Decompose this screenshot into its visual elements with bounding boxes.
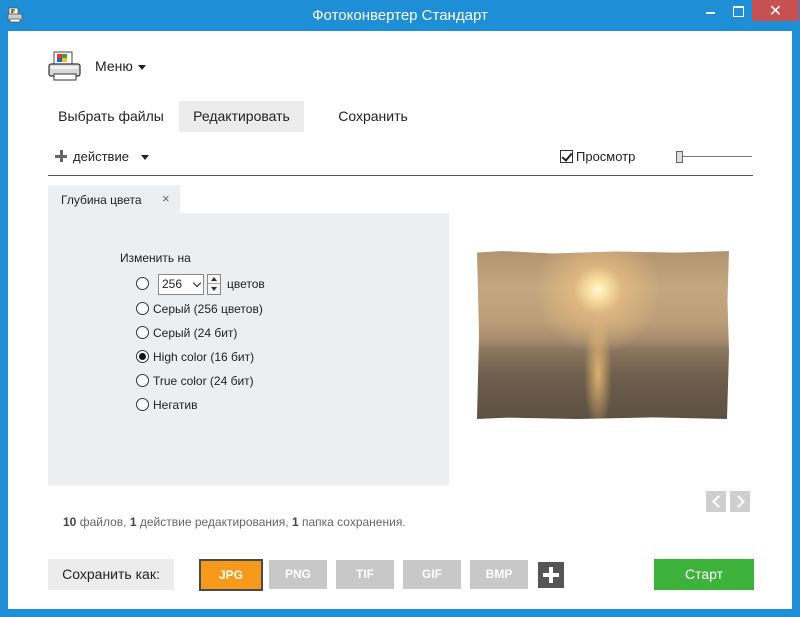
add-format-button[interactable] bbox=[538, 562, 564, 588]
close-icon: ✕ bbox=[768, 3, 783, 20]
title-bar: Фотоконвертер Стандарт ✕ bbox=[0, 0, 800, 31]
add-action-label: действие bbox=[73, 149, 129, 164]
option-label: Серый (256 цветов) bbox=[153, 302, 263, 316]
color-count-value: 256 bbox=[162, 277, 183, 291]
format-png-button[interactable]: PNG bbox=[269, 560, 327, 589]
radio-color-count[interactable] bbox=[136, 276, 153, 292]
spin-up-icon[interactable] bbox=[208, 275, 220, 284]
option-label: Негатив bbox=[153, 398, 198, 412]
color-depth-tab[interactable]: Глубина цвета × bbox=[48, 185, 180, 213]
folders-label: папка сохранения. bbox=[301, 515, 406, 529]
radio-icon[interactable] bbox=[136, 277, 149, 290]
tab-select-files[interactable]: Выбрать файлы bbox=[48, 101, 174, 132]
chevron-left-icon[interactable] bbox=[706, 491, 726, 512]
radio-gray-256[interactable]: Серый (256 цветов) bbox=[136, 301, 263, 317]
minimize-icon[interactable] bbox=[697, 0, 724, 21]
radio-icon[interactable] bbox=[136, 326, 149, 339]
color-depth-tab-label: Глубина цвета bbox=[61, 193, 142, 207]
status-summary: 10 файлов, 1 действие редактирования, 1 … bbox=[63, 515, 406, 529]
color-count-suffix: цветов bbox=[227, 277, 265, 291]
preview-image bbox=[477, 251, 729, 419]
printer-logo-icon bbox=[48, 51, 81, 81]
radio-icon[interactable] bbox=[136, 398, 149, 411]
files-label: файлов, bbox=[79, 515, 127, 529]
zoom-slider[interactable] bbox=[676, 150, 752, 164]
slider-handle[interactable] bbox=[676, 151, 683, 163]
spin-down-icon[interactable] bbox=[208, 285, 220, 294]
format-bmp-button[interactable]: BMP bbox=[470, 560, 528, 589]
radio-high-color-16bit[interactable]: High color (16 бит) bbox=[136, 349, 254, 365]
tab-edit[interactable]: Редактировать bbox=[179, 101, 304, 132]
radio-selected-icon[interactable] bbox=[136, 350, 149, 363]
main-window: Меню Выбрать файлы Редактировать Сохрани… bbox=[8, 31, 792, 609]
slider-track bbox=[678, 156, 752, 157]
tab-save[interactable]: Сохранить bbox=[323, 101, 423, 132]
checkbox-checked-icon[interactable] bbox=[560, 150, 573, 163]
format-tif-button[interactable]: TIF bbox=[336, 560, 394, 589]
color-count-select[interactable]: 256 bbox=[158, 274, 204, 295]
option-label: True color (24 бит) bbox=[153, 374, 254, 388]
chevron-down-icon bbox=[140, 155, 149, 161]
close-button[interactable]: ✕ bbox=[752, 0, 799, 21]
preview-label: Просмотр bbox=[576, 149, 636, 164]
radio-gray-24bit[interactable]: Серый (24 бит) bbox=[136, 325, 237, 341]
format-gif-button[interactable]: GIF bbox=[403, 560, 461, 589]
actions-count: 1 bbox=[129, 515, 137, 529]
option-label: Серый (24 бит) bbox=[153, 326, 238, 340]
chevron-right-icon[interactable] bbox=[730, 491, 750, 512]
chevron-down-icon bbox=[137, 64, 146, 70]
start-button[interactable]: Старт bbox=[654, 559, 754, 590]
add-action-button[interactable]: действие bbox=[55, 149, 149, 164]
preview-checkbox[interactable]: Просмотр bbox=[560, 149, 635, 164]
color-count-spinner[interactable] bbox=[207, 274, 221, 295]
toolbar-divider bbox=[48, 175, 753, 176]
radio-icon[interactable] bbox=[136, 374, 149, 387]
option-label: High color (16 бит) bbox=[153, 350, 255, 364]
files-count: 10 bbox=[63, 515, 77, 529]
window-title: Фотоконвертер Стандарт bbox=[312, 7, 488, 24]
save-as-label: Сохранить как: bbox=[48, 559, 174, 590]
menu-label: Меню bbox=[95, 58, 133, 74]
actions-label: действие редактирования, bbox=[139, 515, 289, 529]
folders-count: 1 bbox=[291, 515, 299, 529]
format-jpg-button[interactable]: JPG bbox=[199, 559, 263, 591]
change-to-label: Изменить на bbox=[120, 251, 191, 265]
radio-negative[interactable]: Негатив bbox=[136, 397, 197, 413]
maximize-icon[interactable] bbox=[724, 0, 751, 21]
chevron-down-icon bbox=[192, 278, 202, 288]
menu-button[interactable]: Меню bbox=[95, 58, 146, 74]
close-icon[interactable]: × bbox=[162, 191, 170, 206]
radio-true-color-24bit[interactable]: True color (24 бит) bbox=[136, 373, 254, 389]
plus-icon bbox=[55, 150, 67, 162]
radio-icon[interactable] bbox=[136, 302, 149, 315]
